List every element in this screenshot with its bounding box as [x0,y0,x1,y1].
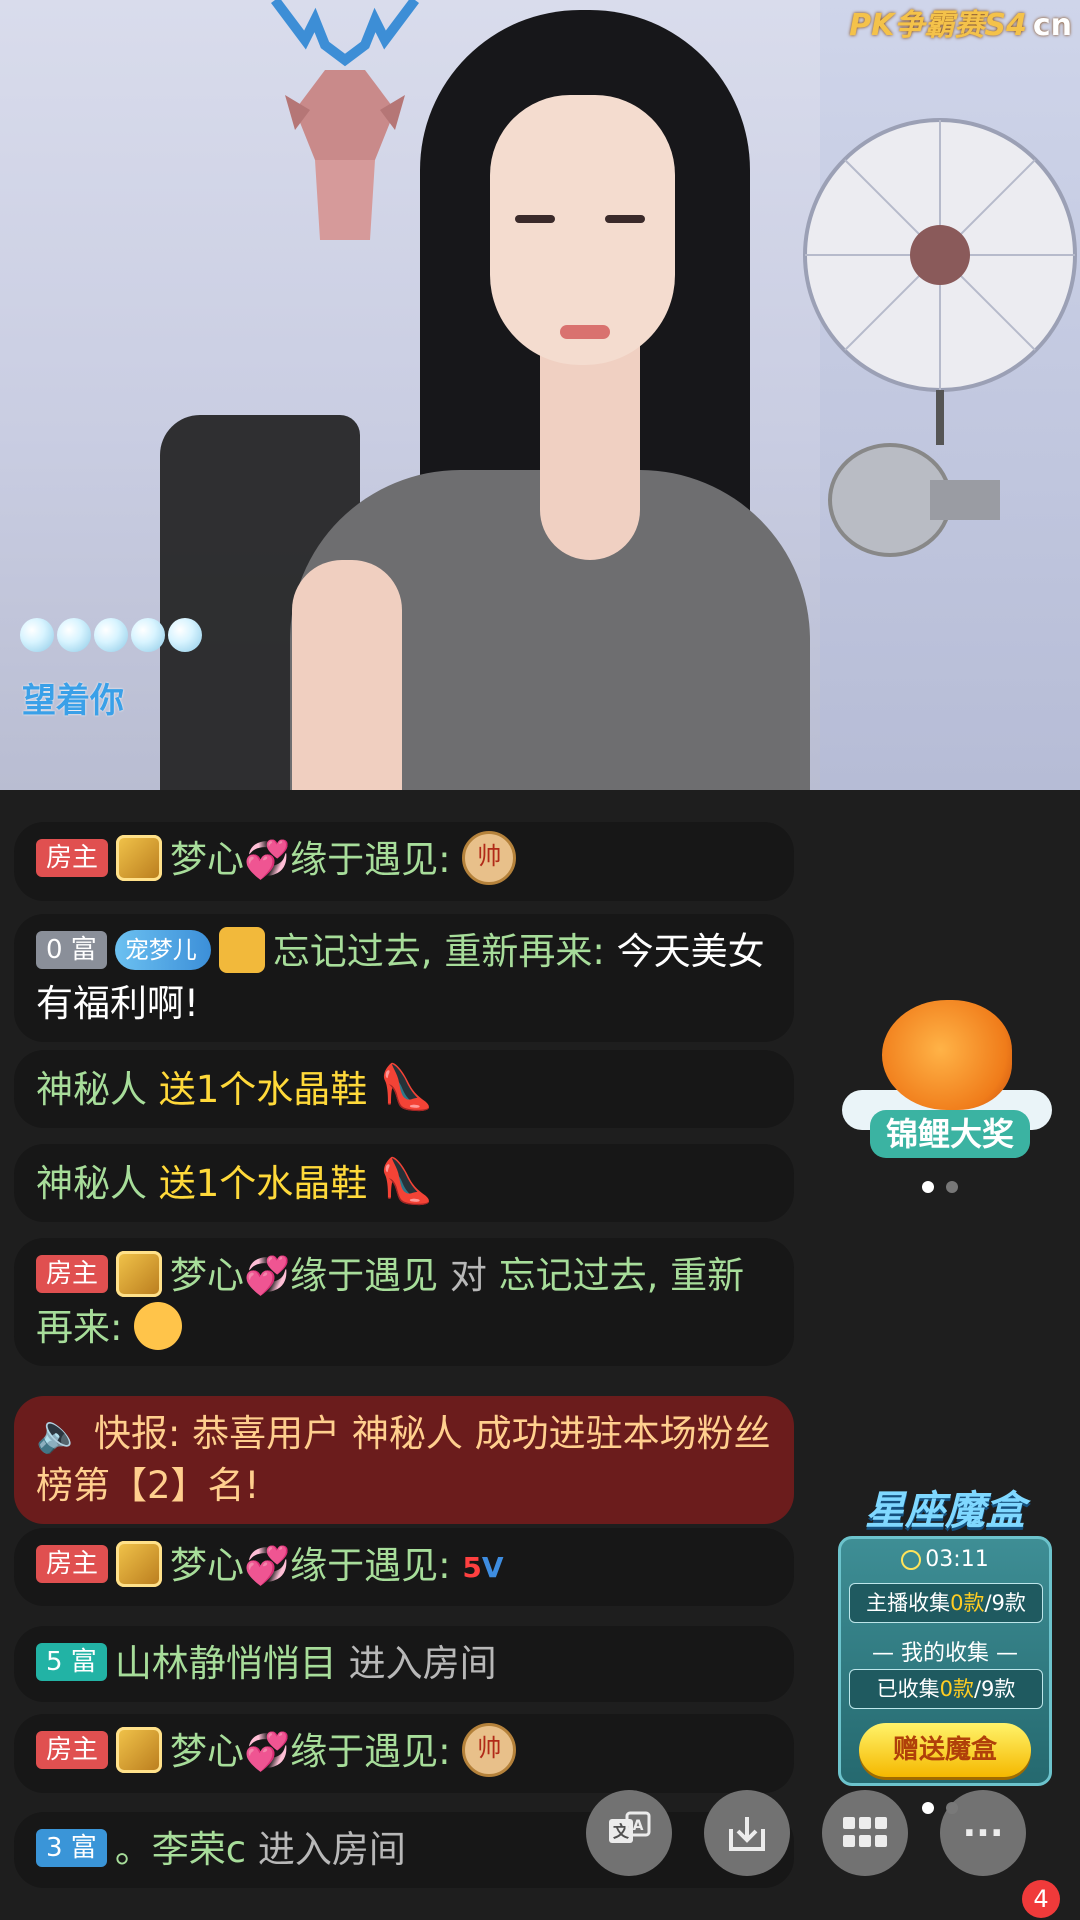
chat-user[interactable]: 梦心💞缘于遇见: [170,1544,451,1587]
host-badge: 房主 [36,1544,109,1583]
enter-text: 进入房间 [257,1828,406,1871]
deer-head-decoration [271,0,419,240]
chat-message: 房主 梦心💞缘于遇见 对 忘记过去, 重新再来: [14,1238,794,1366]
my-collection: 已收集0款/9款 [849,1669,1043,1709]
chat-message: 0 富宠梦儿 忘记过去, 重新再来: 今天美女有福利啊! [14,914,794,1042]
chat-user[interactable]: 山林静悄悄目 [115,1642,337,1685]
fan-tag: 宠梦儿 [114,929,211,970]
host-badge: 房主 [36,838,109,877]
chat-message: 5 富山林静悄悄目 进入房间 [14,1626,794,1702]
orb-icon [131,618,165,652]
send-magic-box-button[interactable]: 赠送魔盒 [859,1723,1031,1777]
chat-message: 房主 梦心💞缘于遇见: 帅 [14,822,794,901]
koi-pager [922,1181,958,1193]
chat-message: 房主 梦心💞缘于遇见: 5V [14,1528,794,1606]
orb-icon [94,618,128,652]
live-video[interactable]: PK争霸赛S4 cn 望着你 [0,0,1080,790]
chat-user[interactable]: 神秘人 [36,1068,147,1111]
my-collection-label: — 我的收集 — [872,1641,1018,1666]
download-button[interactable] [704,1790,790,1876]
level-icon [116,1250,163,1297]
apps-grid-button[interactable] [822,1790,908,1876]
notification-badge[interactable]: 4 [1022,1880,1060,1918]
pager-dot-active [922,1802,934,1814]
translate-icon: 文 A [609,1811,651,1843]
download-icon [729,1817,765,1851]
neck [540,340,640,560]
wealth-badge: 0 富 [36,930,107,969]
pager-dot-active [922,1181,934,1193]
chat-user[interactable]: 。李荣c [115,1828,246,1871]
chat-user[interactable]: 忘记过去, 重新再来: [273,930,605,973]
host-badge: 房主 [36,1730,109,1769]
arm [292,560,402,790]
chat-user[interactable]: 梦心💞缘于遇见 [170,1254,438,1297]
gift-text: 送1个水晶鞋 [158,1068,368,1111]
anchor-collection: 主播收集0款/9款 [849,1583,1043,1623]
chat-message: 神秘人 送1个水晶鞋 👠 [14,1144,794,1222]
site-suffix: cn [1032,8,1072,43]
zodiac-magic-box-widget[interactable]: 星座魔盒 03:11 主播收集0款/9款 — 我的收集 — 已收集0款/9款 赠… [838,1478,1052,1786]
gift-text: 送1个水晶鞋 [158,1162,368,1205]
video-caption: 望着你 [22,681,124,721]
more-button[interactable]: ··· [940,1790,1026,1876]
orb-icon [57,618,91,652]
announcement: 🔈 快报: 恭喜用户 神秘人 成功进驻本场粉丝榜第【2】名! [14,1396,794,1524]
translate-button[interactable]: 文 A [586,1790,672,1876]
emoji-icon [134,1301,183,1350]
more-icon: ··· [962,1812,1004,1854]
level-icon [116,1726,163,1773]
microphone [828,443,1000,557]
announcement-text: 快报: 恭喜用户 神秘人 成功进驻本场粉丝榜第【2】名! [36,1412,771,1507]
orb-icon [168,618,202,652]
clock-icon [901,1550,922,1570]
crystal-shoe-icon: 👠 [379,1062,434,1113]
level-orbs [20,618,202,652]
koi-label: 锦鲤大奖 [870,1110,1030,1158]
wealth-badge: 5 富 [36,1642,107,1681]
speaker-icon: 🔈 [36,1412,83,1455]
user-icon [218,926,265,973]
level-icon [116,834,163,881]
chat-message: 3 富。李荣c 进入房间 [14,1812,794,1888]
enter-text: 进入房间 [348,1642,497,1685]
orb-icon [20,618,54,652]
grid-icon [843,1817,887,1847]
magic-box-panel: 03:11 主播收集0款/9款 — 我的收集 — 已收集0款/9款 赠送魔盒 [838,1536,1052,1786]
chat-message: 神秘人 送1个水晶鞋 👠 [14,1050,794,1128]
chat-user[interactable]: 梦心💞缘于遇见: [170,1730,451,1773]
level-icon [116,1540,163,1587]
reply-to-label: 对 [449,1254,487,1297]
event-watermark: PK争霸赛S4 cn [849,8,1072,43]
magic-box-title: 星座魔盒 [865,1488,1025,1534]
pager-dot [946,1181,958,1193]
timer: 03:11 [841,1547,1049,1572]
chat-user[interactable]: 神秘人 [36,1162,147,1205]
lips [560,325,610,339]
eye-right [605,215,645,223]
rank-five-icon: 5V [462,1550,504,1584]
chess-piece-icon: 帅 [462,1722,517,1777]
chat-message: 房主 梦心💞缘于遇见: 帅 [14,1714,794,1793]
koi-fish-icon [882,1000,1012,1110]
host-badge: 房主 [36,1254,109,1293]
crystal-shoe-icon: 👠 [379,1156,434,1207]
chat-user[interactable]: 梦心💞缘于遇见: [170,838,451,881]
svg-text:A: A [633,1818,644,1834]
studio-lamp [803,118,1077,445]
eye-left [515,215,555,223]
wealth-badge: 3 富 [36,1828,107,1867]
chess-piece-icon: 帅 [462,830,517,885]
koi-prize-widget[interactable]: 锦鲤大奖 [842,990,1052,1165]
